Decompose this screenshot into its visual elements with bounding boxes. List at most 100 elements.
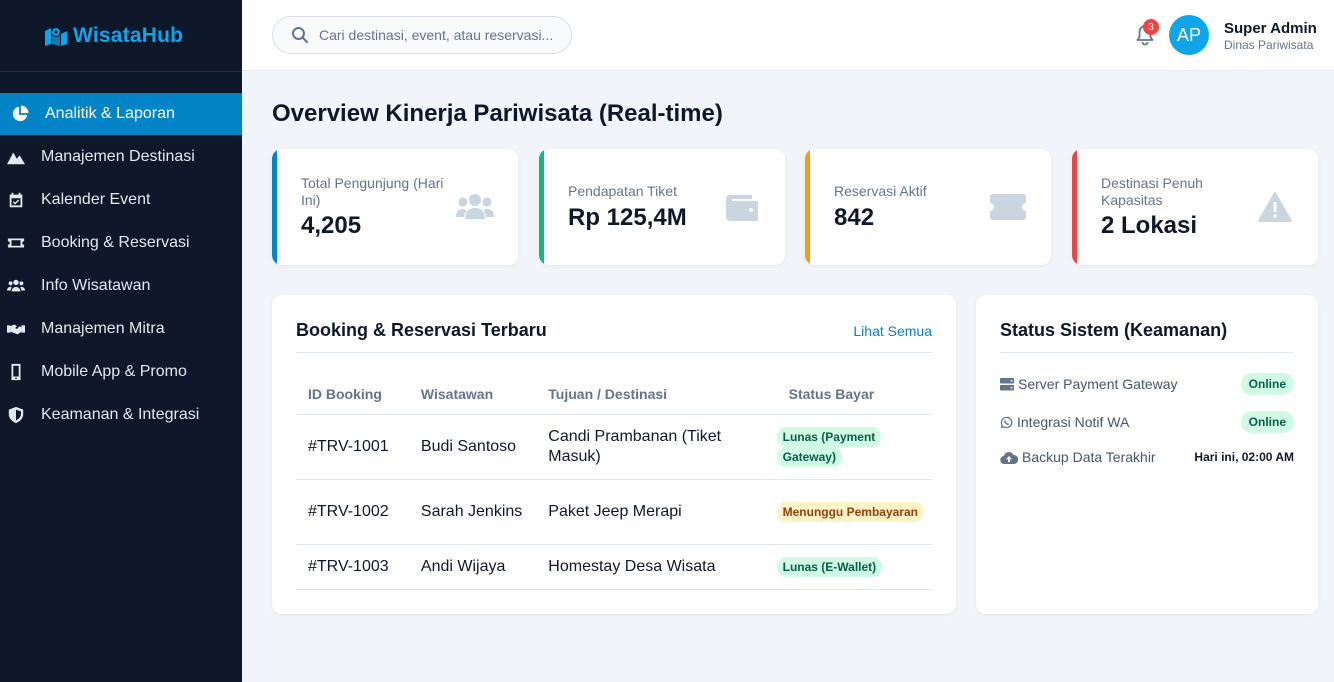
page-title: Overview Kinerja Pariwisata (Real-time) xyxy=(272,100,723,127)
notification-badge: 3 xyxy=(1143,19,1159,35)
card-title: Booking & Reservasi Terbaru xyxy=(296,320,547,340)
stat-accent-bar xyxy=(1072,149,1077,265)
map-marker-icon xyxy=(45,26,67,46)
users-icon xyxy=(456,190,494,224)
table-row[interactable]: #TRV-1003 Andi Wijaya Homestay Desa Wisa… xyxy=(296,544,932,590)
status-item-label: Server Payment Gateway xyxy=(1018,376,1178,392)
calendar-check-icon xyxy=(6,190,26,210)
system-status-card: Status Sistem (Keamanan) Server Payment … xyxy=(976,295,1318,614)
stat-accent-bar xyxy=(539,149,544,265)
destination: Paket Jeep Merapi xyxy=(536,479,777,545)
status-cell: Lunas (Payment Gateway) xyxy=(776,414,932,480)
app-name: WisataHub xyxy=(73,23,184,47)
status-item-backup: Backup Data Terakhir Hari ini, 02:00 AM xyxy=(1000,449,1294,465)
stat-value: 2 Lokasi xyxy=(1101,212,1198,239)
booking-id: #TRV-1002 xyxy=(296,479,409,545)
status-badge: Lunas (Payment Gateway) xyxy=(776,426,882,467)
search-box[interactable] xyxy=(272,16,572,54)
status-item-wa-notif: Integrasi Notif WA Online xyxy=(1000,411,1294,433)
sidebar-item-label: Mobile App & Promo xyxy=(41,362,187,380)
booking-id: #TRV-1003 xyxy=(296,544,409,590)
column-header: Wisatawan xyxy=(408,375,537,415)
mountain-icon xyxy=(6,147,26,167)
sidebar-item-label: Kalender Event xyxy=(41,190,151,208)
recent-bookings-card: Booking & Reservasi Terbaru Lihat Semua … xyxy=(272,295,956,614)
sidebar-item-label: Info Wisatawan xyxy=(41,276,151,294)
destination: Homestay Desa Wisata xyxy=(536,544,777,590)
stat-label: Pendapatan Tiket xyxy=(568,183,677,199)
warning-icon xyxy=(1256,190,1294,224)
search-icon xyxy=(292,27,308,43)
sidebar-item-events[interactable]: Kalender Event xyxy=(0,178,242,221)
status-item-payment-gateway: Server Payment Gateway Online xyxy=(1000,373,1294,395)
booking-id: #TRV-1001 xyxy=(296,414,409,480)
sidebar-nav: Analitik & Laporan Manajemen Destinasi K… xyxy=(0,93,242,436)
chart-pie-icon xyxy=(10,104,30,124)
column-header: Tujuan / Destinasi xyxy=(536,375,777,415)
status-badge: Menunggu Pembayaran xyxy=(776,501,924,522)
divider xyxy=(296,352,932,353)
stat-card-capacity: Destinasi Penuh Kapasitas 2 Lokasi xyxy=(1072,149,1318,265)
column-header: Status Bayar xyxy=(776,375,932,415)
avatar[interactable]: AP xyxy=(1169,15,1209,55)
user-role: Dinas Pariwisata xyxy=(1224,38,1314,52)
stat-card-visitors: Total Pengunjung (Hari Ini) 4,205 xyxy=(272,149,518,265)
sidebar-item-security[interactable]: Keamanan & Integrasi xyxy=(0,393,242,436)
sidebar-item-mobile[interactable]: Mobile App & Promo xyxy=(0,350,242,393)
sidebar-item-label: Keamanan & Integrasi xyxy=(41,405,200,423)
stat-value: 842 xyxy=(834,204,875,231)
user-name: Super Admin xyxy=(1224,20,1317,37)
status-badge: Online xyxy=(1240,411,1294,433)
stat-card-reservations: Reservasi Aktif 842 xyxy=(805,149,1051,265)
sidebar-item-tourists[interactable]: Info Wisatawan xyxy=(0,264,242,307)
whatsapp-icon xyxy=(1000,416,1013,428)
see-all-link[interactable]: Lihat Semua xyxy=(853,323,932,339)
sidebar-item-label: Manajemen Destinasi xyxy=(41,147,195,165)
ticket-icon xyxy=(989,190,1027,224)
table-row[interactable]: #TRV-1002 Sarah Jenkins Paket Jeep Merap… xyxy=(296,479,932,545)
sidebar: WisataHub Analitik & Laporan Manajemen D… xyxy=(0,0,242,682)
sidebar-item-label: Manajemen Mitra xyxy=(41,319,165,337)
status-cell: Lunas (E-Wallet) xyxy=(776,544,932,590)
sidebar-item-analytics[interactable]: Analitik & Laporan xyxy=(0,93,242,135)
table-row[interactable]: #TRV-1001 Budi Santoso Candi Prambanan (… xyxy=(296,414,932,480)
sidebar-item-destinations[interactable]: Manajemen Destinasi xyxy=(0,135,242,178)
stat-label: Total Pengunjung (Hari Ini) xyxy=(301,175,444,208)
sidebar-item-label: Analitik & Laporan xyxy=(45,105,175,122)
card-title: Status Sistem (Keamanan) xyxy=(1000,320,1228,340)
stat-card-revenue: Pendapatan Tiket Rp 125,4M xyxy=(539,149,785,265)
topbar: 3 AP Super Admin Dinas Pariwisata xyxy=(242,0,1334,71)
tourist-name: Sarah Jenkins xyxy=(408,479,537,545)
divider xyxy=(1000,352,1294,353)
ticket-icon xyxy=(6,233,26,253)
status-badge: Online xyxy=(1240,373,1294,395)
stat-value: 4,205 xyxy=(301,212,362,239)
sidebar-item-label: Booking & Reservasi xyxy=(41,233,190,251)
stat-label: Reservasi Aktif xyxy=(834,183,927,199)
stat-accent-bar xyxy=(272,149,277,265)
mobile-icon xyxy=(6,362,26,382)
column-header: ID Booking xyxy=(296,375,409,415)
sidebar-item-booking[interactable]: Booking & Reservasi xyxy=(0,221,242,264)
server-icon xyxy=(1000,377,1014,390)
status-item-label: Backup Data Terakhir xyxy=(1022,449,1156,465)
sidebar-item-partners[interactable]: Manajemen Mitra xyxy=(0,307,242,350)
cloud-upload-icon xyxy=(1000,451,1018,464)
shield-icon xyxy=(6,405,26,425)
status-item-label: Integrasi Notif WA xyxy=(1017,414,1130,430)
bookings-table: ID Booking Wisatawan Tujuan / Destinasi … xyxy=(296,375,932,590)
tourist-name: Budi Santoso xyxy=(408,414,537,480)
destination: Candi Prambanan (Tiket Masuk) xyxy=(536,414,777,480)
app-logo[interactable]: WisataHub xyxy=(0,0,242,72)
search-input[interactable] xyxy=(319,27,554,43)
stat-value: Rp 125,4M xyxy=(568,204,687,231)
handshake-icon xyxy=(6,319,26,339)
tourist-name: Andi Wijaya xyxy=(408,544,537,590)
stat-label: Destinasi Penuh Kapasitas xyxy=(1101,175,1203,208)
table-header-row: ID Booking Wisatawan Tujuan / Destinasi … xyxy=(296,375,932,415)
wallet-icon xyxy=(723,190,761,224)
status-cell: Menunggu Pembayaran xyxy=(776,479,932,545)
stat-accent-bar xyxy=(805,149,810,265)
status-badge: Lunas (E-Wallet) xyxy=(776,556,883,577)
backup-time: Hari ini, 02:00 AM xyxy=(1194,450,1294,464)
